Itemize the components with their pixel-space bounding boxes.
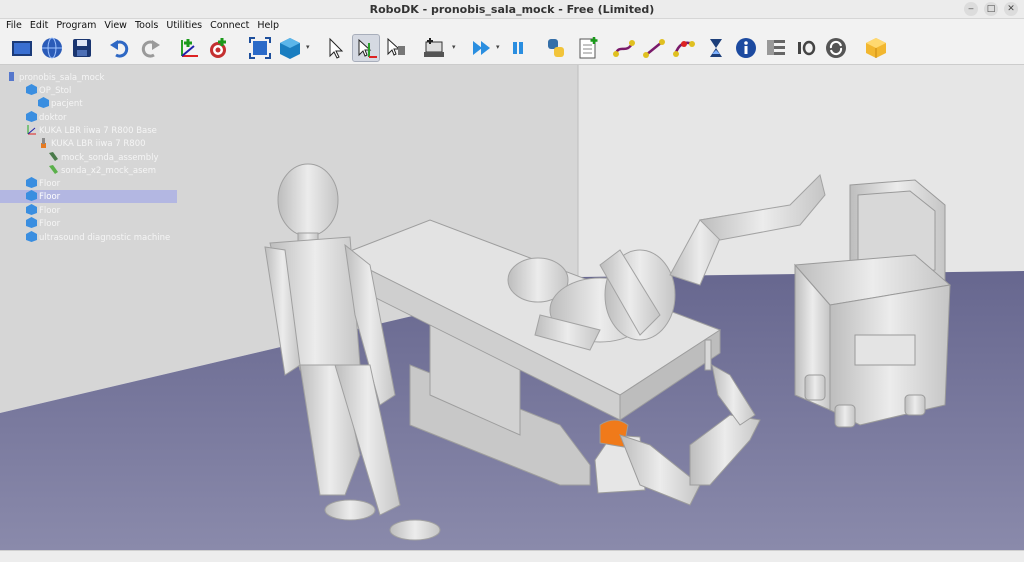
tree-node-pacjent[interactable]: pacjent (38, 97, 83, 110)
tree-node-label: Floor (39, 179, 61, 189)
object-icon (26, 204, 37, 215)
tree-node-robot[interactable]: KUKA LBR iiwa 7 R800 (38, 137, 146, 150)
object-icon (26, 217, 37, 228)
tree-node-label: sonda_x2_mock_asem (61, 166, 157, 176)
status-bar (0, 550, 1024, 562)
menu-program[interactable]: Program (52, 19, 100, 32)
frame-icon (26, 124, 37, 135)
tree-node-label: Floor (39, 192, 61, 202)
add-target-icon[interactable] (204, 34, 232, 62)
menu-help[interactable]: Help (253, 19, 283, 32)
save-icon[interactable] (68, 34, 96, 62)
select-icon[interactable] (322, 34, 350, 62)
main-toolbar: ▾ ▾ ▾ (0, 32, 1024, 65)
back-wall (578, 65, 1024, 277)
object-icon (38, 97, 49, 108)
menu-edit[interactable]: Edit (26, 19, 52, 32)
tree-node-label: pronobis_sala_mock (19, 73, 105, 83)
tool-icon (48, 151, 59, 162)
object-icon (26, 231, 37, 242)
tree-node-label: Floor (39, 219, 61, 229)
title-bar: RoboDK - pronobis_sala_mock - Free (Limi… (0, 0, 1024, 19)
tree-node-sonda-x2[interactable]: sonda_x2_mock_asem (48, 164, 156, 177)
linear-move-icon[interactable] (640, 34, 668, 62)
joint-move-icon[interactable] (610, 34, 638, 62)
tree-node-floor-4[interactable]: Floor (26, 217, 60, 230)
set-reference-icon[interactable] (762, 34, 790, 62)
tree-node-robot-base[interactable]: KUKA LBR iiwa 7 R800 Base (26, 124, 157, 137)
object-icon (26, 177, 37, 188)
move-reference-icon[interactable] (352, 34, 380, 62)
tree-node-label: mock_sonda_assembly (61, 153, 159, 163)
menu-connect[interactable]: Connect (206, 19, 253, 32)
tree-node-floor-1[interactable]: Floor (26, 177, 60, 190)
menu-file[interactable]: File (2, 19, 26, 32)
menu-tools[interactable]: Tools (131, 19, 162, 32)
io-icon[interactable] (792, 34, 820, 62)
redo-icon[interactable] (136, 34, 164, 62)
tree-node-mock-sonda[interactable]: mock_sonda_assembly (48, 151, 159, 164)
tree-node-doktor[interactable]: doktor (26, 111, 67, 124)
maximize-button[interactable]: □ (984, 2, 998, 16)
window-title: RoboDK - pronobis_sala_mock - Free (Limi… (369, 3, 655, 16)
tree-node-ultrasound[interactable]: ultrasound diagnostic machine (26, 231, 170, 244)
python-icon[interactable] (542, 34, 570, 62)
undo-icon[interactable] (106, 34, 134, 62)
close-button[interactable]: ✕ (1004, 2, 1018, 16)
add-reference-frame-icon[interactable] (174, 34, 202, 62)
program-dropdown-icon[interactable]: ▾ (452, 44, 458, 51)
tree-node-station[interactable]: pronobis_sala_mock (6, 71, 104, 84)
tree-node-label: KUKA LBR iiwa 7 R800 (51, 139, 146, 149)
tree-node-floor-3[interactable]: Floor (26, 204, 60, 217)
tree-node-label: KUKA LBR iiwa 7 R800 Base (39, 126, 157, 136)
tree-node-label: doktor (39, 113, 67, 123)
tree-node-floor-2[interactable]: Floor (0, 190, 177, 203)
fit-all-icon[interactable] (246, 34, 274, 62)
menu-utilities[interactable]: Utilities (162, 19, 206, 32)
online-library-icon[interactable] (38, 34, 66, 62)
scene-render[interactable] (0, 65, 1024, 550)
add-program-icon[interactable] (420, 34, 448, 62)
circular-move-icon[interactable] (670, 34, 698, 62)
minimize-button[interactable]: ‒ (964, 2, 978, 16)
tree-node-label: OP_Stol (39, 86, 72, 96)
view-dropdown-icon[interactable]: ▾ (306, 44, 312, 51)
tree-node-label: Floor (39, 206, 61, 216)
pause-icon[interactable] (504, 34, 532, 62)
run-dropdown-icon[interactable]: ▾ (496, 44, 502, 51)
package-icon[interactable] (862, 34, 890, 62)
isometric-view-icon[interactable] (276, 34, 304, 62)
tree-node-label: ultrasound diagnostic machine (39, 233, 171, 243)
object-icon (26, 111, 37, 122)
move-tool-icon[interactable] (382, 34, 410, 62)
object-icon (26, 84, 37, 95)
robot-icon (38, 137, 49, 148)
open-icon[interactable] (8, 34, 36, 62)
run-icon[interactable] (468, 34, 496, 62)
station-icon (6, 71, 17, 82)
tree-node-label: pacjent (51, 99, 83, 109)
tree-node-op-stol[interactable]: OP_Stol (26, 84, 71, 97)
call-program-icon[interactable] (822, 34, 850, 62)
tool-icon (48, 164, 59, 175)
menu-bar: File Edit Program View Tools Utilities C… (0, 19, 1024, 32)
object-icon (26, 190, 37, 201)
3d-viewport[interactable]: pronobis_sala_mock OP_Stol pacjent dokto… (0, 65, 1024, 550)
menu-view[interactable]: View (100, 19, 131, 32)
add-program-instruction-icon[interactable] (574, 34, 602, 62)
info-icon[interactable] (732, 34, 760, 62)
pause-instruction-icon[interactable] (702, 34, 730, 62)
